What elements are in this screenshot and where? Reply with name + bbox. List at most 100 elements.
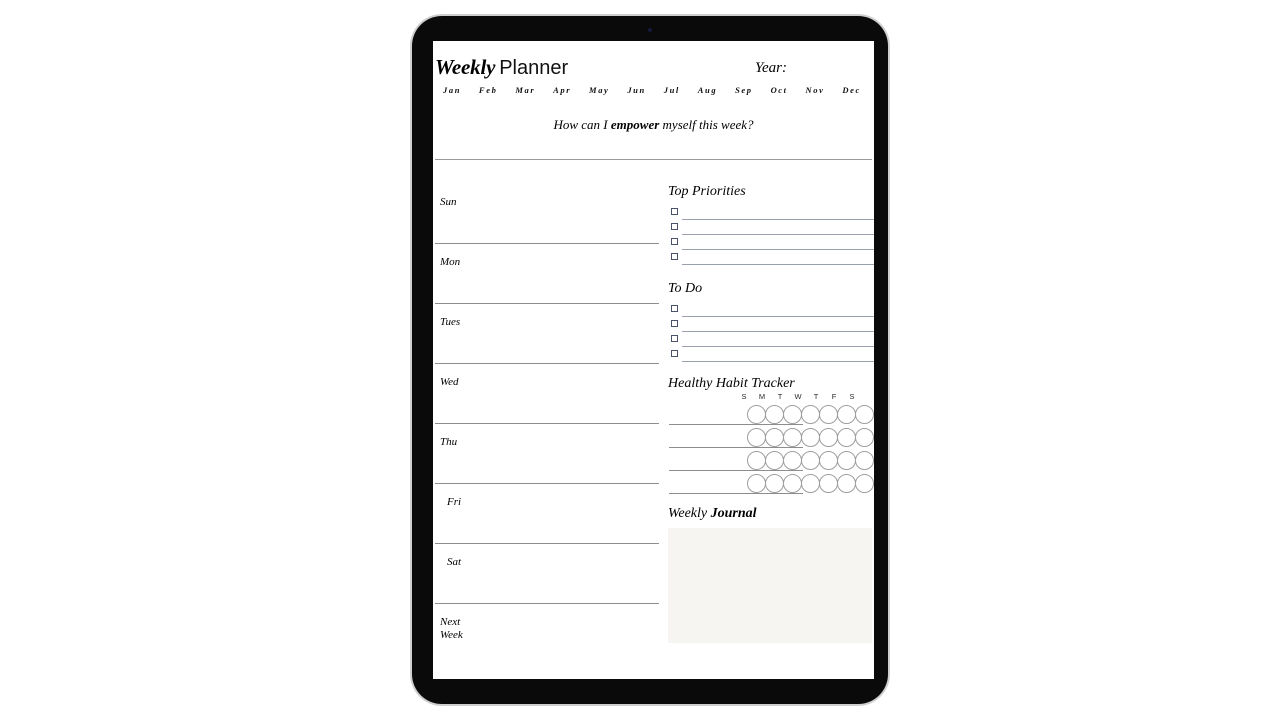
month-jan[interactable]: Jan (443, 85, 461, 95)
month-oct[interactable]: Oct (771, 85, 788, 95)
habit-circles-1 (747, 405, 874, 424)
habit-circle[interactable] (747, 474, 766, 493)
planner-header: Weekly Planner Year: Jan Feb Mar Apr May … (433, 41, 874, 184)
habit-circle[interactable] (801, 474, 820, 493)
day-row-sun[interactable]: Sun (435, 184, 659, 244)
weekly-journal-section: Weekly Journal (668, 506, 874, 643)
to-do-list (668, 304, 874, 364)
habit-circle[interactable] (783, 428, 802, 447)
todo-write-line-1[interactable] (682, 316, 874, 317)
habit-circle[interactable] (837, 428, 856, 447)
habit-circle[interactable] (801, 428, 820, 447)
day-row-thu[interactable]: Thu (435, 424, 659, 484)
priority-write-line-1[interactable] (682, 219, 874, 220)
habit-row-4[interactable] (668, 472, 874, 495)
checkbox-icon[interactable] (671, 350, 678, 357)
habit-circle[interactable] (747, 428, 766, 447)
habit-row-1[interactable] (668, 403, 874, 426)
habit-circle[interactable] (783, 474, 802, 493)
todo-write-line-3[interactable] (682, 346, 874, 347)
day-row-sat[interactable]: Sat (435, 544, 659, 604)
prompt-before: How can I (553, 117, 611, 132)
habit-circle[interactable] (837, 474, 856, 493)
month-jul[interactable]: Jul (664, 85, 680, 95)
habit-circle[interactable] (855, 474, 874, 493)
priority-write-line-3[interactable] (682, 249, 874, 250)
top-priorities-list (668, 207, 874, 267)
right-column: Top Priorities To Do Healthy Habit Track… (668, 184, 874, 643)
checkbox-icon[interactable] (671, 208, 678, 215)
day-row-next-week[interactable]: Next Week (435, 604, 659, 664)
day-row-fri[interactable]: Fri (435, 484, 659, 544)
habit-circle[interactable] (765, 451, 784, 470)
habit-circle[interactable] (819, 451, 838, 470)
journal-text-area[interactable] (668, 528, 872, 643)
habit-name-line-4[interactable] (669, 493, 803, 494)
planner-page: Weekly Planner Year: Jan Feb Mar Apr May … (433, 41, 874, 679)
habit-circle[interactable] (765, 428, 784, 447)
checkbox-icon[interactable] (671, 253, 678, 260)
month-aug[interactable]: Aug (698, 85, 717, 95)
checkbox-icon[interactable] (671, 305, 678, 312)
month-selector[interactable]: Jan Feb Mar Apr May Jun Jul Aug Sep Oct … (443, 85, 861, 95)
todo-row-1[interactable] (668, 304, 874, 319)
habit-row-2[interactable] (668, 426, 874, 449)
todo-row-4[interactable] (668, 349, 874, 364)
habit-circle[interactable] (765, 405, 784, 424)
habit-circle[interactable] (819, 428, 838, 447)
month-nov[interactable]: Nov (806, 85, 825, 95)
habit-name-line-2[interactable] (669, 447, 803, 448)
month-dec[interactable]: Dec (842, 85, 860, 95)
checkbox-icon[interactable] (671, 335, 678, 342)
todo-row-3[interactable] (668, 334, 874, 349)
habit-circle[interactable] (855, 405, 874, 424)
month-mar[interactable]: Mar (515, 85, 535, 95)
priority-row-4[interactable] (668, 252, 874, 267)
year-label: Year: (755, 60, 787, 76)
habit-name-line-3[interactable] (669, 470, 803, 471)
todo-write-line-4[interactable] (682, 361, 874, 362)
habit-row-3[interactable] (668, 449, 874, 472)
habit-circle[interactable] (747, 405, 766, 424)
title-planner: Planner (499, 57, 569, 79)
day-row-mon[interactable]: Mon (435, 244, 659, 304)
habit-circles-3 (747, 451, 874, 470)
checkbox-icon[interactable] (671, 238, 678, 245)
habit-circle[interactable] (747, 451, 766, 470)
month-sep[interactable]: Sep (735, 85, 753, 95)
priority-row-3[interactable] (668, 237, 874, 252)
todo-row-2[interactable] (668, 319, 874, 334)
priority-write-line-2[interactable] (682, 234, 874, 235)
habit-circle[interactable] (765, 474, 784, 493)
month-feb[interactable]: Feb (479, 85, 498, 95)
priority-row-1[interactable] (668, 207, 874, 222)
habit-circle[interactable] (837, 405, 856, 424)
checkbox-icon[interactable] (671, 320, 678, 327)
habit-circle[interactable] (801, 451, 820, 470)
habit-circle[interactable] (819, 405, 838, 424)
habit-name-line-1[interactable] (669, 424, 803, 425)
todo-write-line-2[interactable] (682, 331, 874, 332)
day-row-wed[interactable]: Wed (435, 364, 659, 424)
month-apr[interactable]: Apr (553, 85, 571, 95)
habit-circle[interactable] (801, 405, 820, 424)
habit-circle[interactable] (819, 474, 838, 493)
habit-day-initial-thu: T (813, 392, 819, 401)
habit-circle[interactable] (783, 405, 802, 424)
checkbox-icon[interactable] (671, 223, 678, 230)
habit-circle[interactable] (855, 451, 874, 470)
month-may[interactable]: May (589, 85, 609, 95)
priority-row-2[interactable] (668, 222, 874, 237)
habit-circle[interactable] (783, 451, 802, 470)
habit-tracker-section: Healthy Habit Tracker S M T W T F S (668, 376, 874, 495)
next-week-line1: Next (440, 616, 461, 628)
day-row-tues[interactable]: Tues (435, 304, 659, 364)
habit-circle[interactable] (855, 428, 874, 447)
habit-day-initial-tue: T (777, 392, 783, 401)
habit-circles-4 (747, 474, 874, 493)
weekly-prompt: How can I empower myself this week? (433, 117, 874, 133)
journal-title-bold: Journal (710, 506, 757, 521)
month-jun[interactable]: Jun (627, 85, 646, 95)
priority-write-line-4[interactable] (682, 264, 874, 265)
habit-circle[interactable] (837, 451, 856, 470)
